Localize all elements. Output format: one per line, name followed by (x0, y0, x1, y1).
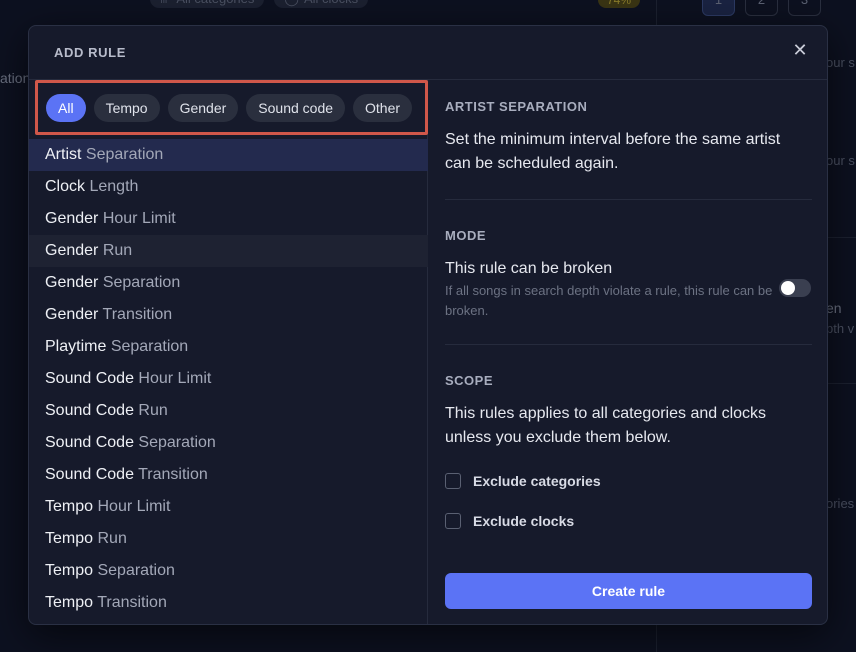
background-page-1: 1 (702, 0, 735, 16)
rule-item[interactable]: Tempo Transition (29, 587, 428, 619)
create-rule-button[interactable]: Create rule (445, 573, 812, 609)
modal-header: ADD RULE ✕ (29, 26, 827, 80)
rule-item-key: Sound Code (45, 434, 134, 451)
rule-item-key: Tempo (45, 498, 94, 515)
background-percent-badge: 74% (598, 0, 640, 8)
rule-item[interactable]: Sound Code Transition (29, 459, 428, 491)
break-rule-toggle[interactable] (779, 279, 811, 297)
background-right-text: our s (826, 55, 855, 70)
rule-item[interactable]: Sound Code Hour Limit (29, 363, 428, 395)
rule-item-key: Playtime (45, 338, 107, 355)
modal-title: ADD RULE (54, 45, 126, 60)
rule-description: Set the minimum interval before the same… (445, 131, 781, 172)
add-rule-modal: ADD RULE ✕ All Tempo Gender Sound code O… (28, 25, 828, 625)
filter-chip-tempo[interactable]: Tempo (93, 93, 160, 122)
background-right-text: en (826, 300, 842, 316)
exclude-categories-checkbox[interactable]: Exclude categories (445, 473, 601, 489)
rule-item-key: Tempo (45, 562, 94, 579)
rule-item[interactable]: Gender Run (29, 235, 428, 267)
rule-item-rest: Run (97, 530, 127, 547)
scope-text: This rules applies to all categories and… (445, 405, 767, 446)
background-right-text: our s (826, 153, 855, 168)
background-pagination: 1 2 3 (702, 0, 821, 16)
section-divider (445, 199, 812, 200)
rule-item-key: Artist (45, 146, 82, 163)
rule-item-key: Sound Code (45, 370, 134, 387)
rule-item-rest: Hour Limit (102, 210, 176, 227)
exclude-clocks-checkbox[interactable]: Exclude clocks (445, 513, 574, 529)
rule-detail: ARTIST SEPARATION Set the minimum interv… (445, 80, 812, 624)
background-left-text: ation (0, 70, 31, 86)
rule-item-key: Sound Code (45, 466, 134, 483)
background-filters: ⊪ All categories ◯ All clocks (150, 0, 369, 8)
scope-label: SCOPE (445, 373, 494, 388)
mode-title: This rule can be broken (445, 260, 613, 277)
toggle-knob (781, 281, 795, 295)
filter-chip-sound-code[interactable]: Sound code (246, 93, 346, 122)
filter-chip-gender[interactable]: Gender (167, 93, 239, 122)
rule-item-rest: Run (102, 242, 133, 259)
clock-icon: ◯ (284, 0, 299, 8)
background-right-text: pth v (826, 321, 855, 336)
rule-item-key: Clock (45, 178, 86, 195)
filter-chips: All Tempo Gender Sound code Other (35, 80, 428, 135)
rule-item-key: Gender (45, 306, 99, 323)
rule-item[interactable]: Gender Hour Limit (29, 203, 428, 235)
checkbox-box[interactable] (445, 473, 461, 489)
rule-heading: ARTIST SEPARATION (445, 99, 588, 114)
filter-chip-other[interactable]: Other (353, 93, 413, 122)
rule-item[interactable]: Artist Separation (29, 139, 428, 171)
rule-picker: All Tempo Gender Sound code Other Artist… (29, 80, 428, 624)
rule-item-rest: Separation (138, 434, 216, 451)
rule-item[interactable]: Tempo Hour Limit (29, 491, 428, 523)
rule-item[interactable]: Tempo Run (29, 523, 428, 555)
rule-item[interactable]: Sound Code Run (29, 395, 428, 427)
rule-item-key: Gender (45, 274, 99, 291)
section-divider (445, 344, 812, 345)
mode-help: If all songs in search depth violate a r… (445, 283, 773, 318)
checkbox-label: Exclude categories (473, 473, 601, 489)
rule-item[interactable]: Gender Transition (29, 299, 428, 331)
bar-chart-icon: ⊪ (160, 0, 171, 8)
rule-item-rest: Transition (138, 466, 208, 483)
rule-item[interactable]: Tempo Separation (29, 555, 428, 587)
rule-item-rest: Length (89, 178, 139, 195)
rule-item-rest: Separation (85, 146, 164, 163)
rule-list: Artist Separation Clock Length Gender Ho… (29, 139, 428, 619)
checkbox-box[interactable] (445, 513, 461, 529)
rule-item[interactable]: Sound Code Separation (29, 427, 428, 459)
rule-item-rest: Separation (97, 562, 175, 579)
rule-item-rest: Hour Limit (97, 498, 171, 515)
background-page-2: 2 (745, 0, 778, 16)
close-icon[interactable]: ✕ (791, 41, 809, 59)
rule-item-rest: Hour Limit (138, 370, 212, 387)
rule-item[interactable]: Clock Length (29, 171, 428, 203)
checkbox-label: Exclude clocks (473, 513, 575, 529)
rule-item-key: Gender (45, 242, 99, 259)
background-page-3: 3 (788, 0, 821, 16)
rule-item-key: Sound Code (45, 402, 134, 419)
rule-item[interactable]: Gender Separation (29, 267, 428, 299)
rule-item-rest: Separation (110, 338, 189, 355)
rule-item-key: Gender (45, 210, 99, 227)
rule-item-key: Tempo (45, 594, 94, 611)
filter-chip-all[interactable]: All (46, 93, 86, 122)
rule-item-rest: Transition (97, 594, 167, 611)
rule-item-key: Tempo (45, 530, 94, 547)
rule-item[interactable]: Playtime Separation (29, 331, 428, 363)
background-chip-categories: ⊪ All categories (150, 0, 265, 8)
background-chip-clocks: ◯ All clocks (274, 0, 369, 8)
background-right-text: ories (826, 496, 855, 511)
mode-label: MODE (445, 228, 486, 243)
rule-item-rest: Run (138, 402, 168, 419)
rule-item-rest: Transition (102, 306, 173, 323)
rule-item-rest: Separation (102, 274, 181, 291)
